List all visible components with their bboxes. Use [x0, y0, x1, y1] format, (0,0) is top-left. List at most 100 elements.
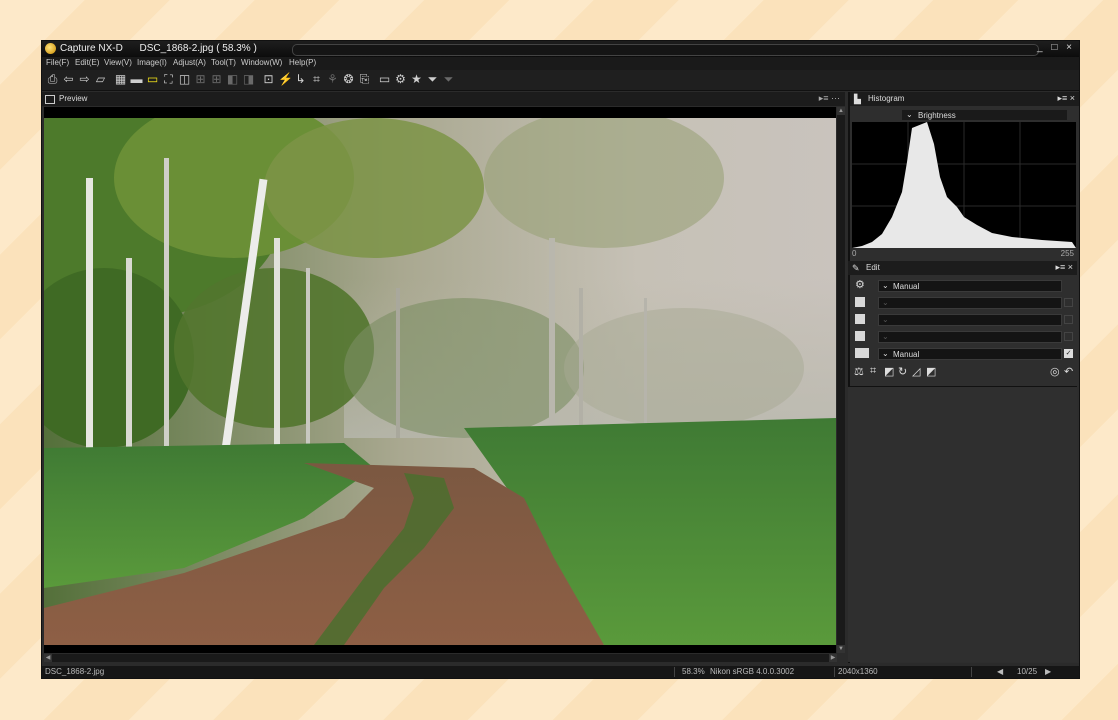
straighten-icon[interactable]: ↳ [294, 73, 307, 86]
window-controls[interactable]: _ □ × [1037, 42, 1075, 53]
noise-reduction-icon[interactable]: ⚖ [854, 365, 864, 378]
print-icon[interactable]: ⎙ [46, 73, 59, 86]
exposure-select[interactable]: ⌄ [878, 297, 1062, 309]
crop-icon[interactable]: ⌗ [310, 73, 323, 86]
histogram-channel-value: Brightness [918, 111, 956, 120]
edit-panel-menu[interactable]: ▸≡ × [1055, 262, 1073, 273]
rotate-icon[interactable]: ↻ [898, 365, 907, 378]
histogram-channel-select[interactable]: ⌄ Brightness [902, 110, 1067, 120]
histogram-graph [852, 122, 1076, 248]
levels-tool-icon[interactable]: ◩ [884, 365, 894, 378]
histogram-scale: 0 255 [852, 249, 1076, 258]
highlights-icon[interactable]: ⚡ [278, 73, 293, 86]
batch-process-icon[interactable]: ⚙ [394, 73, 407, 86]
histogram-chart [852, 122, 1076, 248]
compare-two-icon[interactable]: ◫ [178, 73, 191, 86]
levels-select[interactable]: ⌄ Manual [878, 348, 1062, 360]
scroll-down-icon[interactable]: ▼ [837, 645, 845, 653]
perspective-icon[interactable]: ◿ [912, 365, 920, 378]
filter-off-icon[interactable]: ⏷ [442, 73, 455, 86]
status-divider [971, 667, 972, 677]
scroll-left-icon[interactable]: ◀ [44, 654, 52, 662]
slideshow-icon[interactable]: ▭ [378, 73, 391, 86]
preview-panel-menu[interactable]: ▸≡ ⋯ [819, 93, 840, 104]
dust-off-icon[interactable]: ❂ [342, 73, 355, 86]
curves-icon[interactable]: ◩ [926, 365, 936, 378]
gear-icon: ⚙ [855, 279, 865, 291]
split-view-icon[interactable]: ◨ [242, 73, 255, 86]
menu-bar: File(F) Edit(E) View(V) Image(I) Adjust(… [42, 57, 1079, 70]
exposure-icon [855, 297, 865, 307]
levels-checkbox[interactable]: ✓ [1064, 349, 1073, 358]
preview-panel-header: Preview ▸≡ ⋯ [42, 92, 845, 106]
forest-road-photo [44, 118, 836, 645]
menu-tool[interactable]: Tool(T) [211, 58, 236, 67]
thumbnail-grid-icon[interactable]: ▦ [114, 73, 127, 86]
adjust-mode-select[interactable]: ⌄ Manual [878, 280, 1062, 292]
menu-adjust[interactable]: Adjust(A) [173, 58, 206, 67]
edit-row-adjust-mode: ⚙ ⌄ Manual [852, 279, 1074, 292]
chevron-down-icon: ⌄ [882, 298, 889, 307]
next-image-icon[interactable]: ▶ [1045, 667, 1051, 676]
before-after-icon[interactable]: ◧ [226, 73, 239, 86]
edit-panel-title: Edit [866, 263, 880, 272]
forward-icon[interactable]: ⇨ [78, 73, 91, 86]
menu-edit[interactable]: Edit(E) [75, 58, 99, 67]
histogram-panel-title: Histogram [868, 94, 905, 103]
histogram-panel-menu[interactable]: ▸≡ × [1057, 93, 1075, 104]
chevron-down-icon: ⌄ [882, 315, 889, 324]
scroll-up-icon[interactable]: ▲ [837, 107, 845, 115]
preview-horizontal-scrollbar[interactable]: ◀ ▶ [44, 654, 837, 662]
scroll-right-icon[interactable]: ▶ [829, 654, 837, 662]
filter-icon[interactable]: ⏷ [426, 73, 439, 86]
focus-point-icon[interactable]: ⊡ [262, 73, 275, 86]
menu-help[interactable]: Help(P) [289, 58, 316, 67]
prev-image-icon[interactable]: ◀ [997, 667, 1003, 676]
crop-tool-icon[interactable]: ⌗ [870, 365, 876, 378]
edit-row-levels: ⌄ Manual ✓ [852, 347, 1074, 360]
picture-control-select[interactable]: ⌄ [878, 331, 1062, 343]
menu-window[interactable]: Window(W) [241, 58, 282, 67]
full-screen-icon[interactable]: ⛶ [162, 73, 175, 86]
status-divider [674, 667, 675, 677]
color-picker-icon[interactable]: ⚘ [326, 73, 339, 86]
white-balance-select[interactable]: ⌄ [878, 314, 1062, 326]
status-divider [834, 667, 835, 677]
compare-grid-icon[interactable]: ⊞ [210, 73, 223, 86]
reset-icon[interactable]: ◎ [1050, 365, 1060, 378]
white-balance-checkbox[interactable] [1064, 315, 1073, 324]
exposure-checkbox[interactable] [1064, 298, 1073, 307]
edit-row-picture-control: ⌄ [852, 330, 1074, 343]
chevron-down-icon: ⌄ [882, 349, 889, 358]
preview-top-margin [44, 107, 836, 118]
copy-adjust-icon[interactable]: ⎘ [358, 73, 371, 86]
menu-view[interactable]: View(V) [104, 58, 132, 67]
undo-icon[interactable]: ↶ [1064, 365, 1073, 378]
preview-image[interactable] [44, 118, 836, 645]
preview-panel-title: Preview [59, 94, 88, 103]
compare-four-icon[interactable]: ⊞ [194, 73, 207, 86]
filmstrip-icon[interactable]: ▬ [130, 73, 143, 86]
histogram-icon: ▙ [854, 94, 861, 104]
edit-icon: ✎ [852, 263, 860, 273]
right-panel-empty-area [848, 386, 1077, 662]
chevron-down-icon: ⌄ [882, 281, 889, 290]
levels-icon [855, 348, 869, 358]
open-folder-icon[interactable]: ▱ [94, 73, 107, 86]
adjust-mode-value: Manual [893, 282, 920, 291]
single-view-icon[interactable]: ▭ [146, 73, 159, 86]
status-color-profile: Nikon sRGB 4.0.0.3002 [710, 667, 795, 676]
preview-bottom-margin [44, 645, 836, 653]
status-zoom: 58.3% [682, 667, 705, 676]
menu-image[interactable]: Image(I) [137, 58, 167, 67]
back-icon[interactable]: ⇦ [62, 73, 75, 86]
preview-vertical-scrollbar[interactable]: ▲ ▼ [837, 107, 845, 653]
picture-control-checkbox[interactable] [1064, 332, 1073, 341]
rating-star-icon[interactable]: ★ [410, 73, 423, 86]
preview-panel-icon [45, 95, 55, 104]
white-balance-icon [855, 314, 865, 324]
menu-file[interactable]: File(F) [46, 58, 69, 67]
status-bar: DSC_1868-2.jpg 58.3% Nikon sRGB 4.0.0.30… [42, 666, 1079, 678]
histogram-scale-max: 255 [1060, 249, 1074, 258]
title-bar: Capture NX-D DSC_1868-2.jpg ( 58.3% ) _ … [42, 41, 1079, 57]
